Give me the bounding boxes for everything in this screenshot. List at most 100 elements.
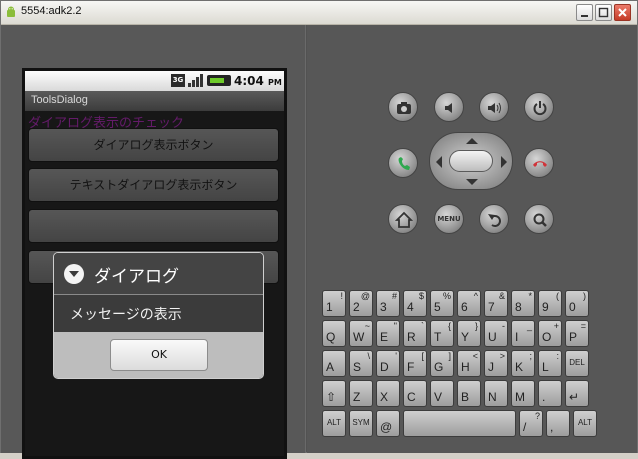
key-4[interactable]: 4 $ — [403, 290, 427, 317]
key-alt-label: @ — [360, 291, 370, 301]
key-label: DEL — [569, 358, 585, 367]
key-label: SYM — [352, 418, 370, 427]
menu-button[interactable]: MENU — [434, 204, 464, 234]
key-5[interactable]: 5% — [430, 290, 454, 317]
key-↵[interactable]: ↵ — [565, 380, 589, 407]
key-N[interactable]: N — [484, 380, 508, 407]
key-2[interactable]: 2 @ — [349, 290, 373, 317]
key-V[interactable]: V — [430, 380, 454, 407]
search-button[interactable] — [524, 204, 554, 234]
volume-up-button[interactable] — [479, 92, 509, 122]
key-label: K — [515, 360, 524, 374]
key-alt-label: + — [553, 321, 559, 331]
call-icon — [398, 157, 410, 170]
key-label: Y — [461, 330, 470, 344]
key-1[interactable]: 1! — [322, 290, 346, 317]
key-M[interactable]: M — [511, 380, 535, 407]
dpad-right-icon[interactable] — [501, 156, 507, 168]
key-H[interactable]: H < — [457, 350, 481, 377]
key-Z[interactable]: Z — [349, 380, 373, 407]
key-label: 2 — [353, 300, 360, 314]
key-/[interactable]: /? — [519, 410, 543, 437]
window-titlebar[interactable]: 5554:adk2.2 — [1, 1, 637, 25]
key-label: S — [353, 360, 362, 374]
key-@[interactable]: @ — [376, 410, 400, 437]
key-X[interactable]: X — [376, 380, 400, 407]
key-alt-label: - — [502, 321, 505, 331]
key-E[interactable]: E " — [376, 320, 400, 347]
power-icon — [533, 101, 547, 116]
key-alt-label: _ — [526, 321, 532, 331]
volume-down-button[interactable] — [434, 92, 464, 122]
key-label: B — [461, 390, 470, 404]
key-label: 7 — [488, 300, 495, 314]
key-7[interactable]: 7 & — [484, 290, 508, 317]
dpad-center-button[interactable] — [449, 150, 493, 172]
key-del[interactable]: DEL — [565, 350, 589, 377]
dialog-footer: OK — [54, 332, 263, 378]
space-key[interactable] — [403, 410, 516, 437]
key-S[interactable]: S \ — [349, 350, 373, 377]
key-alt[interactable]: ALT — [573, 410, 597, 437]
close-button[interactable] — [614, 4, 631, 21]
key-P[interactable]: P = — [565, 320, 589, 347]
clock: 4:04 PM — [234, 74, 282, 88]
key-alt-label: " — [393, 321, 397, 331]
key-label: N — [488, 390, 497, 404]
key-0[interactable]: 0) — [565, 290, 589, 317]
key-label: U — [488, 330, 497, 344]
key-Q[interactable]: Q — [322, 320, 346, 347]
key-label: 1 — [326, 300, 333, 314]
key-label: D — [380, 360, 389, 374]
key-label: Q — [326, 330, 336, 344]
key-C[interactable]: C — [403, 380, 427, 407]
key-W[interactable]: W ~ — [349, 320, 373, 347]
camera-button[interactable] — [388, 92, 418, 122]
key-G[interactable]: G] — [430, 350, 454, 377]
key-label: R — [407, 330, 416, 344]
key-U[interactable]: U- — [484, 320, 508, 347]
key-9[interactable]: 9( — [538, 290, 562, 317]
key-alt-label: ) — [583, 291, 586, 301]
key-L[interactable]: L: — [538, 350, 562, 377]
key-D[interactable]: D ' — [376, 350, 400, 377]
key-6[interactable]: 6 ^ — [457, 290, 481, 317]
key-F[interactable]: F[ — [403, 350, 427, 377]
key-B[interactable]: B — [457, 380, 481, 407]
key-R[interactable]: R ` — [403, 320, 427, 347]
key-alt[interactable]: ALT — [322, 410, 346, 437]
home-button[interactable] — [388, 204, 418, 234]
key-3[interactable]: 3 # — [376, 290, 400, 317]
key-A[interactable]: A — [322, 350, 346, 377]
key-O[interactable]: O + — [538, 320, 562, 347]
dpad[interactable] — [429, 132, 513, 190]
dpad-up-icon[interactable] — [466, 138, 478, 144]
key-8[interactable]: 8 * — [511, 290, 535, 317]
key-.[interactable]: . — [538, 380, 562, 407]
device-screen[interactable]: 3G 4:04 PM ToolsDialog ダイアログ表示のチェック ダイアロ… — [22, 68, 287, 459]
key-,[interactable]: , — [546, 410, 570, 437]
device-controls-panel: MENU 1! 2 @3 #4 $5% 6 ^ 7 & 8 * 9(0) Q W ~ E " R ` T{Y} U - I _… — [307, 25, 637, 453]
key-Y[interactable]: Y} — [457, 320, 481, 347]
dpad-left-icon[interactable] — [436, 156, 442, 168]
call-button[interactable] — [388, 148, 418, 178]
key-label: H — [461, 360, 470, 374]
key-I[interactable]: I _ — [511, 320, 535, 347]
ok-button[interactable]: OK — [110, 339, 208, 371]
key-label: O — [542, 330, 552, 344]
key-⇧[interactable]: ⇧ — [322, 380, 346, 407]
key-T[interactable]: T{ — [430, 320, 454, 347]
key-label: Z — [353, 390, 361, 404]
key-sym[interactable]: SYM — [349, 410, 373, 437]
back-button[interactable] — [479, 204, 509, 234]
key-K[interactable]: K; — [511, 350, 535, 377]
dialog-title: ダイアログ — [94, 267, 179, 287]
key-alt-label: ? — [534, 411, 540, 421]
power-button[interactable] — [524, 92, 554, 122]
minimize-button[interactable] — [576, 4, 593, 21]
key-J[interactable]: J > — [484, 350, 508, 377]
maximize-button[interactable] — [595, 4, 612, 21]
dpad-down-icon[interactable] — [466, 179, 478, 185]
key-label: G — [434, 360, 444, 374]
end-call-button[interactable] — [524, 148, 554, 178]
